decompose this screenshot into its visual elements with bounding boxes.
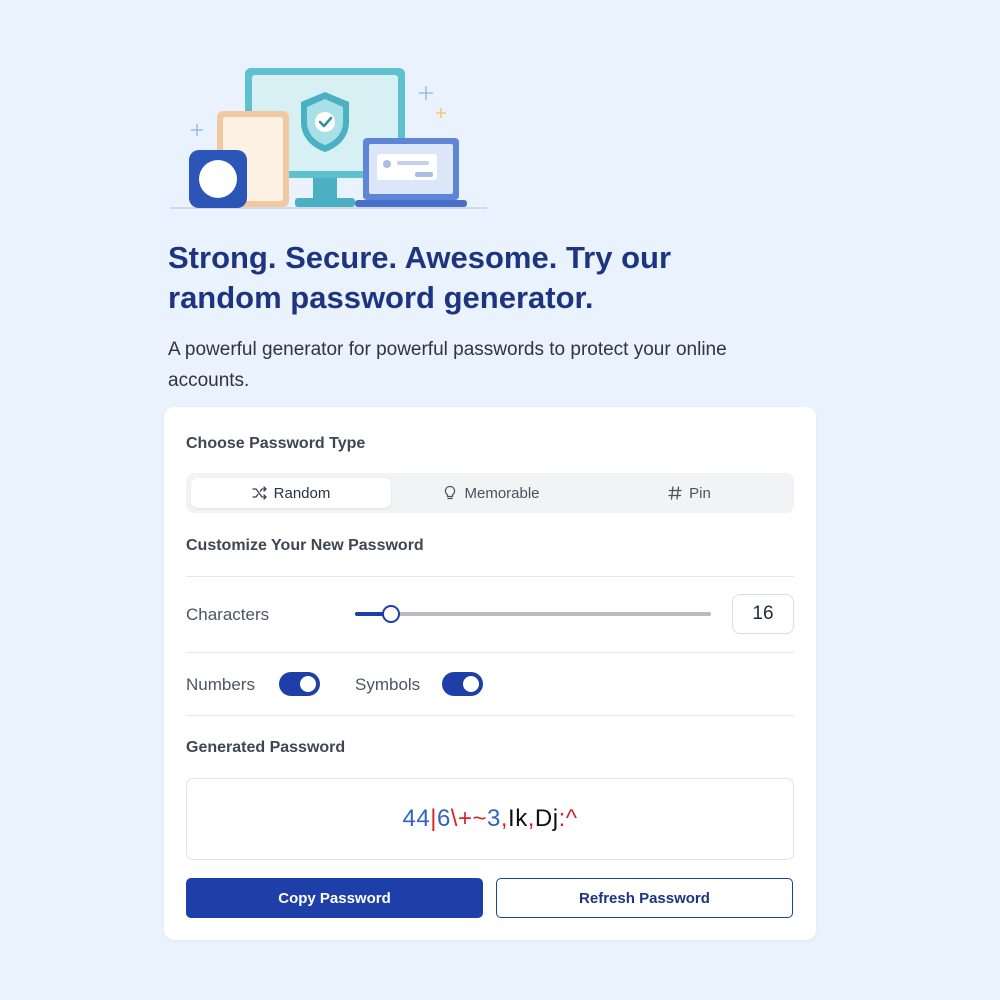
password-character: ,: [500, 805, 509, 832]
tab-random[interactable]: Random: [191, 478, 391, 508]
numbers-toggle[interactable]: [279, 672, 320, 696]
lightbulb-icon: [445, 485, 456, 500]
tab-pin-label: Pin: [689, 484, 711, 502]
password-type-tabs: Random Memorable Pin: [186, 473, 794, 513]
sparkle-icon: [436, 108, 446, 118]
customize-heading: Customize Your New Password: [186, 537, 424, 554]
password-character: 6: [436, 805, 451, 832]
symbols-toggle[interactable]: [442, 672, 483, 696]
password-character: k: [515, 805, 528, 832]
tab-memorable-label: Memorable: [464, 484, 540, 502]
sparkle-icon: [419, 86, 433, 100]
copy-password-button[interactable]: Copy Password: [186, 878, 483, 918]
tab-pin[interactable]: Pin: [589, 478, 789, 508]
password-character: ^: [565, 805, 578, 832]
toggle-knob: [300, 676, 316, 692]
characters-slider[interactable]: [355, 605, 711, 623]
hero-illustration: [165, 60, 495, 215]
password-character: ,: [527, 805, 535, 832]
toggle-knob: [463, 676, 479, 692]
numbers-label: Numbers: [186, 675, 255, 694]
divider: [186, 652, 794, 653]
divider: [186, 715, 794, 716]
characters-slider-thumb[interactable]: [381, 605, 400, 623]
tab-memorable[interactable]: Memorable: [391, 478, 591, 508]
hash-icon: [668, 486, 682, 500]
page-title-line: random password generator.: [168, 280, 594, 315]
page-description-line: A powerful generator for powerful passwo…: [168, 339, 727, 360]
devices-illustration: [170, 68, 487, 209]
shuffle-icon: [251, 486, 267, 500]
password-character: D: [534, 805, 553, 832]
page-title: Strong. Secure. Awesome. Try our random …: [168, 238, 768, 318]
page-description-line: accounts.: [168, 370, 250, 391]
generated-password-display[interactable]: 4 4 | 6 \ + ~3, Ik, Dj: ^: [186, 778, 794, 860]
divider: [186, 576, 794, 577]
refresh-password-button[interactable]: Refresh Password: [496, 878, 793, 918]
password-type-heading: Choose Password Type: [186, 435, 366, 452]
password-character: |: [430, 805, 437, 832]
password-character: ~: [472, 805, 487, 832]
password-character: :: [558, 805, 566, 832]
page-title-line: Strong. Secure. Awesome. Try our: [168, 240, 672, 275]
characters-label: Characters: [186, 605, 270, 624]
password-character: \: [450, 805, 458, 832]
password-character: 3: [487, 805, 501, 832]
sparkle-icon: [191, 124, 203, 136]
generated-password-heading: Generated Password: [186, 739, 346, 756]
generator-card: Choose Password Type Random Memorable Pi…: [164, 407, 816, 940]
password-character: 4: [416, 805, 431, 832]
password-character: 4: [402, 805, 417, 832]
page-description: A powerful generator for powerful passwo…: [168, 334, 808, 396]
symbols-label: Symbols: [355, 675, 421, 694]
tab-random-label: Random: [273, 484, 331, 502]
characters-count-input[interactable]: 16: [732, 594, 794, 634]
password-character: +: [457, 805, 473, 832]
password-character: I: [508, 805, 516, 832]
